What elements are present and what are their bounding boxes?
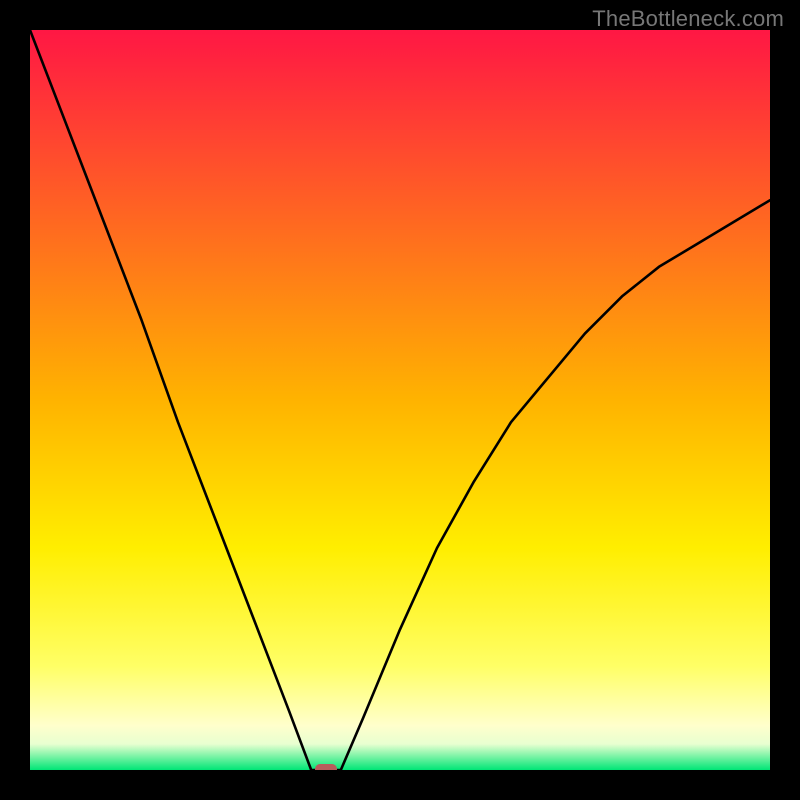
watermark-text: TheBottleneck.com — [592, 6, 784, 32]
marker-dot — [315, 764, 337, 770]
plot-svg — [30, 30, 770, 770]
gradient-background — [30, 30, 770, 770]
chart-stage: TheBottleneck.com — [0, 0, 800, 800]
plot-area — [30, 30, 770, 770]
